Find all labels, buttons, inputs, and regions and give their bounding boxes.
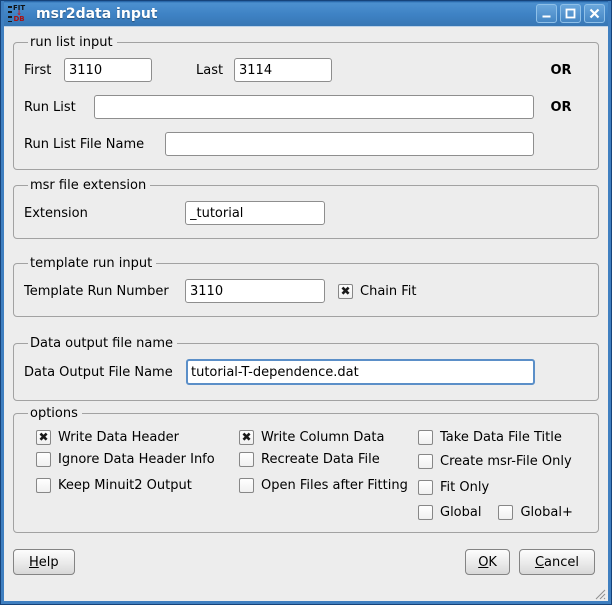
- group-msr-file-extension-legend: msr file extension: [28, 178, 150, 193]
- global-checkbox-item[interactable]: Global: [418, 505, 481, 520]
- run-list-file-row: Run List File Name: [24, 132, 588, 156]
- options-row-4: Global Global+: [24, 504, 588, 520]
- extension-label: Extension: [24, 206, 185, 221]
- ignore-data-header-info-checkbox-item[interactable]: Ignore Data Header Info: [36, 452, 215, 467]
- create-msr-file-only-label[interactable]: Create msr-File Only: [440, 454, 572, 469]
- extension-row: Extension: [24, 201, 588, 225]
- ignore-data-header-info-label[interactable]: Ignore Data Header Info: [58, 452, 215, 467]
- chain-fit-label[interactable]: Chain Fit: [360, 284, 417, 299]
- create-msr-file-only-checkbox[interactable]: [418, 454, 433, 469]
- options-row-3: Keep Minuit2 Output Open Files after Fit…: [24, 478, 588, 497]
- fit-only-checkbox[interactable]: [418, 480, 433, 495]
- window-title: msr2data input: [36, 6, 536, 22]
- group-data-output-file-name: Data output file name Data Output File N…: [13, 336, 599, 401]
- group-run-list-input-legend: run list input: [28, 35, 117, 50]
- run-list-input[interactable]: [94, 95, 534, 119]
- options-row-1: Write Data Header Write Column Data Take…: [24, 429, 588, 445]
- template-run-row: Template Run Number Chain Fit: [24, 279, 588, 303]
- write-column-data-checkbox[interactable]: [239, 430, 254, 445]
- group-options: options Write Data Header Write Column D…: [13, 406, 599, 533]
- write-column-data-label[interactable]: Write Column Data: [261, 430, 384, 445]
- take-data-file-title-checkbox-item[interactable]: Take Data File Title: [418, 430, 562, 445]
- recreate-data-file-checkbox-item[interactable]: Recreate Data File: [239, 452, 380, 467]
- group-template-run-input-legend: template run input: [28, 256, 156, 271]
- template-run-number-input[interactable]: [185, 279, 325, 303]
- ok-button[interactable]: OK: [465, 549, 510, 575]
- keep-minuit2-output-label[interactable]: Keep Minuit2 Output: [58, 478, 192, 493]
- chain-fit-checkbox[interactable]: [338, 284, 353, 299]
- run-list-row: Run List OR: [24, 95, 588, 119]
- global-plus-checkbox-item[interactable]: Global+: [498, 505, 572, 520]
- msr2data-app-icon: FIT ↓ DB: [8, 4, 28, 24]
- last-input[interactable]: [234, 58, 332, 82]
- group-options-legend: options: [28, 406, 82, 421]
- recreate-data-file-checkbox[interactable]: [239, 452, 254, 467]
- fit-only-label[interactable]: Fit Only: [440, 480, 489, 495]
- open-files-after-fitting-checkbox[interactable]: [239, 478, 254, 493]
- icon-list-bars: [8, 6, 12, 22]
- fit-only-checkbox-item[interactable]: Fit Only: [418, 480, 489, 495]
- close-icon: [588, 7, 601, 20]
- first-input[interactable]: [64, 58, 152, 82]
- msr2data-dialog: FIT ↓ DB msr2data input: [0, 0, 612, 605]
- data-output-file-name-label: Data Output File Name: [24, 365, 186, 380]
- dialog-content: run list input First Last OR Run List OR…: [4, 26, 608, 601]
- chain-fit-checkbox-item[interactable]: Chain Fit: [338, 284, 417, 299]
- first-label: First: [24, 63, 64, 78]
- global-plus-label[interactable]: Global+: [520, 505, 572, 520]
- maximize-icon: [564, 7, 577, 20]
- write-data-header-checkbox[interactable]: [36, 430, 51, 445]
- run-list-file-name-input[interactable]: [165, 132, 534, 156]
- or-label-run-list: OR: [534, 100, 588, 115]
- last-label: Last: [196, 63, 234, 78]
- run-list-label: Run List: [24, 100, 94, 115]
- template-run-number-label: Template Run Number: [24, 284, 185, 299]
- ignore-data-header-info-checkbox[interactable]: [36, 452, 51, 467]
- group-data-output-legend: Data output file name: [28, 336, 177, 351]
- title-bar[interactable]: FIT ↓ DB msr2data input: [4, 1, 608, 26]
- group-template-run-input: template run input Template Run Number C…: [13, 256, 599, 317]
- resize-grip[interactable]: [592, 586, 606, 600]
- maximize-button[interactable]: [560, 4, 581, 23]
- close-button[interactable]: [584, 4, 605, 23]
- create-msr-file-only-checkbox-item[interactable]: Create msr-File Only: [418, 454, 572, 469]
- data-output-file-name-input[interactable]: [186, 359, 535, 385]
- options-row-2: Ignore Data Header Info Recreate Data Fi…: [24, 452, 588, 471]
- write-column-data-checkbox-item[interactable]: Write Column Data: [239, 430, 384, 445]
- group-msr-file-extension: msr file extension Extension: [13, 178, 599, 239]
- group-run-list-input: run list input First Last OR Run List OR…: [13, 35, 599, 170]
- write-data-header-label[interactable]: Write Data Header: [58, 430, 179, 445]
- data-output-row: Data Output File Name: [24, 359, 588, 385]
- minimize-button[interactable]: [536, 4, 557, 23]
- keep-minuit2-output-checkbox-item[interactable]: Keep Minuit2 Output: [36, 478, 192, 493]
- icon-db-text: DB: [14, 16, 25, 22]
- help-button[interactable]: Help: [13, 549, 75, 575]
- minimize-icon: [540, 7, 553, 20]
- open-files-after-fitting-checkbox-item[interactable]: Open Files after Fitting: [239, 478, 408, 493]
- first-last-row: First Last OR: [24, 58, 588, 82]
- or-label-first: OR: [534, 63, 588, 78]
- cancel-button[interactable]: Cancel: [519, 549, 595, 575]
- write-data-header-checkbox-item[interactable]: Write Data Header: [36, 430, 179, 445]
- extension-input[interactable]: [185, 201, 325, 225]
- take-data-file-title-label[interactable]: Take Data File Title: [440, 430, 562, 445]
- global-label[interactable]: Global: [440, 505, 481, 520]
- take-data-file-title-checkbox[interactable]: [418, 430, 433, 445]
- global-plus-checkbox[interactable]: [498, 505, 513, 520]
- button-bar: Help OK Cancel: [13, 549, 599, 575]
- keep-minuit2-output-checkbox[interactable]: [36, 478, 51, 493]
- run-list-file-name-label: Run List File Name: [24, 137, 165, 152]
- global-checkbox[interactable]: [418, 505, 433, 520]
- recreate-data-file-label[interactable]: Recreate Data File: [261, 452, 380, 467]
- open-files-after-fitting-label[interactable]: Open Files after Fitting: [261, 478, 408, 493]
